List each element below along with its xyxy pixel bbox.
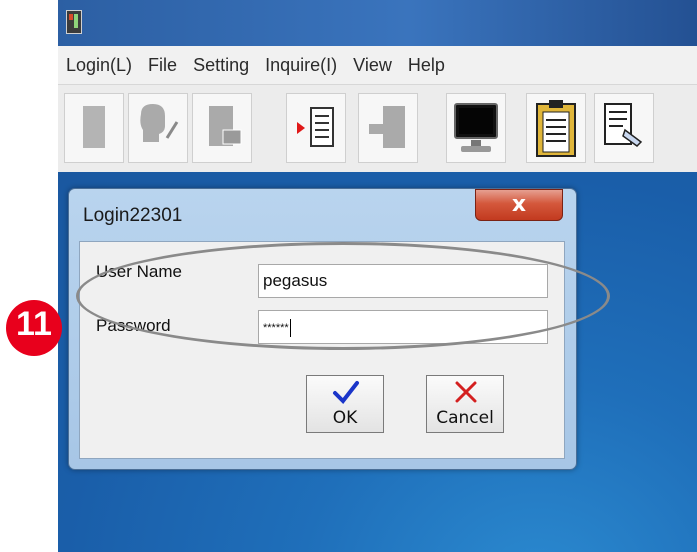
dialog-title: Login22301 xyxy=(83,205,183,226)
toolbar-login-button[interactable] xyxy=(64,93,124,163)
toolbar-export-button[interactable] xyxy=(286,93,346,163)
toolbar-document-button[interactable] xyxy=(192,93,252,163)
report-edit-icon xyxy=(604,103,643,147)
step-number-badge: 11 xyxy=(0,300,66,356)
clipboard-icon xyxy=(536,100,576,157)
menu-file[interactable]: File xyxy=(148,55,177,76)
export-icon xyxy=(297,107,334,147)
disabled-user-icon xyxy=(140,104,179,142)
toolbar-clipboard-button[interactable] xyxy=(526,93,586,163)
menu-help[interactable]: Help xyxy=(408,55,445,76)
toolbar-user-button[interactable] xyxy=(128,93,188,163)
toolbar-report-button[interactable] xyxy=(594,93,654,163)
disabled-folder-icon xyxy=(369,106,405,148)
checkmark-icon xyxy=(333,381,359,405)
menu-view[interactable]: View xyxy=(353,55,392,76)
menu-inquire[interactable]: Inquire(I) xyxy=(265,55,337,76)
close-button[interactable]: x xyxy=(475,189,563,221)
title-bar xyxy=(58,0,697,46)
disabled-document-icon xyxy=(209,106,242,146)
menu-login[interactable]: Login(L) xyxy=(66,55,132,76)
monitor-icon xyxy=(454,103,498,152)
toolbar xyxy=(58,84,697,174)
highlight-ellipse xyxy=(76,242,610,350)
menu-setting[interactable]: Setting xyxy=(193,55,249,76)
toolbar-folder-button[interactable] xyxy=(358,93,418,163)
disabled-login-icon xyxy=(83,106,105,148)
cancel-x-icon xyxy=(455,381,477,403)
close-icon: x xyxy=(511,192,527,217)
cancel-button[interactable]: Cancel xyxy=(426,375,504,433)
toolbar-monitor-button[interactable] xyxy=(446,93,506,163)
menu-bar: Login(L) File Setting Inquire(I) View He… xyxy=(58,46,697,84)
step-number: 11 xyxy=(16,305,52,343)
ok-label: OK xyxy=(332,408,358,428)
app-icon xyxy=(66,10,82,34)
cancel-label: Cancel xyxy=(436,408,494,428)
ok-button[interactable]: OK xyxy=(306,375,384,433)
